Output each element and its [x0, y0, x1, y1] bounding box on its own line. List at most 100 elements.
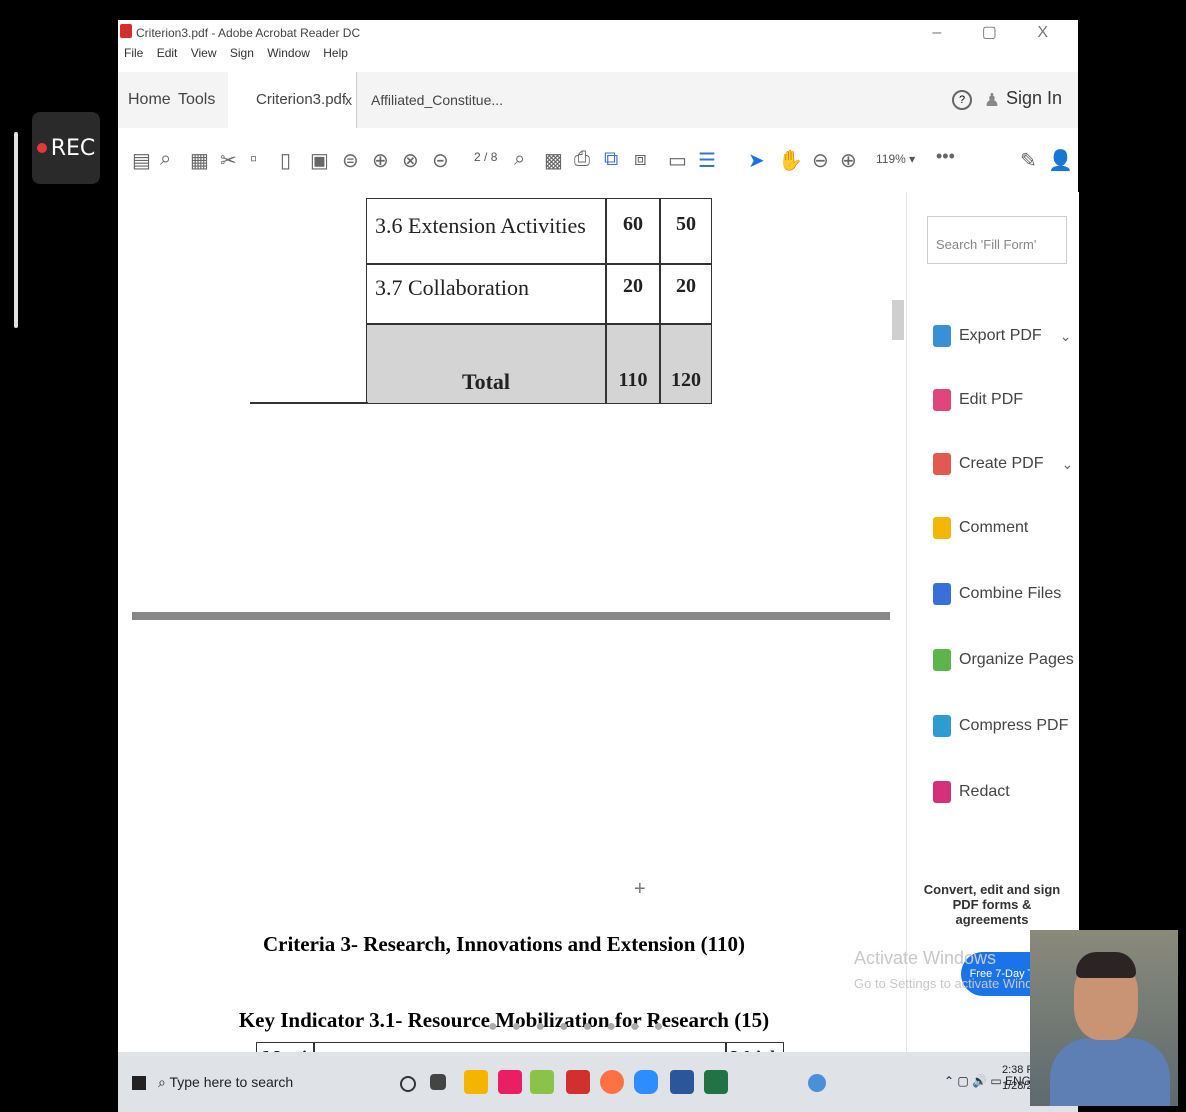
document-viewer[interactable]: 3.6 Extension Activities 60 50 3.7 Colla… — [118, 192, 890, 1052]
cut-icon[interactable]: ✂ — [220, 148, 237, 173]
app-icon[interactable] — [530, 1070, 554, 1094]
menu-edit[interactable]: Edit — [157, 46, 178, 60]
save-icon[interactable]: ▤ — [132, 148, 151, 173]
criteria-heading: Criteria 3- Research, Innovations and Ex… — [262, 932, 746, 956]
paste-icon[interactable]: ▯ — [280, 148, 291, 173]
tool-label: Export PDF — [959, 327, 1042, 344]
scrollbar-thumb[interactable] — [892, 300, 904, 340]
row-label-cell: 3.6 Extension Activities — [366, 198, 606, 264]
promo-text: Convert, edit and sign PDF forms & agree… — [923, 882, 1061, 927]
help-icon[interactable]: ? — [952, 90, 972, 110]
window-controls[interactable]: – ▢ X — [932, 22, 1066, 42]
menu-help[interactable]: Help — [323, 46, 348, 60]
webcam-overlay — [1030, 930, 1178, 1106]
page-dots-indicator[interactable]: ●●●●●●●● — [488, 1018, 677, 1036]
tab-home[interactable]: Home — [128, 72, 171, 128]
menu-window[interactable]: Window — [267, 46, 310, 60]
redact-icon — [933, 781, 951, 803]
select-cursor-icon[interactable]: ➤ — [748, 148, 765, 173]
cortana-icon[interactable] — [400, 1076, 416, 1092]
chevron-down-icon[interactable]: ⌄ — [1060, 328, 1072, 345]
page-number[interactable]: 2 — [474, 150, 481, 164]
zoom-level[interactable]: 119% ▾ — [876, 152, 915, 166]
fit-width-icon[interactable]: ⧈ — [634, 148, 647, 171]
total-label-cell: Total — [366, 324, 606, 404]
find-icon[interactable]: ⌕ — [514, 148, 525, 171]
task-view-icon[interactable] — [430, 1074, 446, 1090]
tab-affiliated[interactable]: Affiliated_Constitue... — [356, 72, 503, 128]
crosshair-cursor-icon: + — [634, 878, 646, 900]
tool-create-pdf[interactable]: Create PDF ⌄ — [933, 450, 1073, 478]
print-icon[interactable]: ⎙ — [574, 148, 590, 171]
tool-redact[interactable]: Redact — [933, 778, 1010, 806]
paint-icon[interactable] — [498, 1070, 522, 1094]
notification-bell-icon[interactable]: ♟ — [984, 90, 1000, 111]
row-value-cell: 50 — [660, 198, 712, 264]
hand-tool-icon[interactable]: ✋ — [778, 148, 803, 173]
acrobat-taskbar-icon[interactable] — [566, 1070, 590, 1094]
page-counter[interactable]: 2 / 8 — [474, 150, 497, 164]
vertical-scrollbar[interactable] — [890, 192, 906, 1052]
last-page-icon[interactable]: ⊝ — [432, 148, 449, 173]
create-pdf-icon — [933, 453, 951, 475]
tool-export-pdf[interactable]: Export PDF ⌄ — [933, 322, 1071, 350]
presenter-shirt — [1050, 1038, 1170, 1106]
fit-page-icon[interactable]: ⧉ — [604, 148, 618, 171]
sign-pen-icon[interactable]: ✎ — [1020, 148, 1037, 173]
tools-pane: Search 'Fill Form' Export PDF ⌄ Edit PDF … — [906, 192, 1079, 1052]
presenter-hair — [1076, 952, 1136, 978]
scroll-mode-icon[interactable]: ☰ — [698, 148, 716, 173]
search-text-icon[interactable]: ⌕ — [160, 148, 171, 171]
menu-file[interactable]: File — [124, 46, 143, 60]
file-icon[interactable]: ▦ — [190, 148, 209, 173]
chevron-down-icon[interactable]: ⌄ — [1061, 456, 1073, 473]
menu-view[interactable]: View — [191, 46, 217, 60]
firefox-icon[interactable] — [600, 1070, 624, 1094]
edit-pdf-icon — [933, 389, 951, 411]
tool-organize-pages[interactable]: Organize Pages — [933, 646, 1074, 674]
menu-sign[interactable]: Sign — [230, 46, 254, 60]
tool-label: Organize Pages — [959, 651, 1074, 668]
file-explorer-icon[interactable] — [464, 1070, 488, 1094]
next-page-icon[interactable]: ⊗ — [402, 148, 419, 173]
close-tab-icon[interactable]: x — [345, 72, 352, 128]
word-icon[interactable] — [670, 1070, 694, 1094]
zoom-out-icon[interactable]: ⊖ — [812, 148, 829, 173]
toolbar: ▤ ⌕ ▦ ✂ ▫ ▯ ▣ ⊜ ⊕ ⊗ ⊝ 2 / 8 ⌕ ▩ ⎙ ⧉ ⧈ ▭ … — [118, 128, 1078, 193]
windows-taskbar: ⌕ Type here to search ⌃ ▢ 🔊 ▭ ENG 2:38 P… — [118, 1052, 1078, 1112]
recording-badge: REC — [32, 112, 100, 184]
first-page-icon[interactable]: ⊜ — [342, 148, 359, 173]
copy-icon[interactable]: ▫ — [250, 148, 257, 171]
compress-pdf-icon — [933, 715, 951, 737]
previous-page-icon[interactable]: ⊕ — [372, 148, 389, 173]
taskbar-search-text[interactable]: Type here to search — [169, 1074, 293, 1090]
tab-criterion3-label: Criterion3.pdf — [256, 91, 347, 108]
tool-comment[interactable]: Comment — [933, 514, 1028, 542]
record-dot-icon — [36, 143, 47, 153]
tab-criterion3[interactable]: Criterion3.pdf x — [228, 72, 356, 128]
read-mode-icon[interactable]: ▭ — [668, 148, 687, 173]
page-thumbnail-icon[interactable]: ▣ — [310, 148, 329, 173]
zoom-in-icon[interactable]: ⊕ — [840, 148, 857, 173]
tool-combine-files[interactable]: Combine Files — [933, 580, 1061, 608]
tool-label: Combine Files — [959, 585, 1062, 602]
zoom-app-icon[interactable] — [634, 1070, 658, 1094]
more-options-icon[interactable]: ••• — [936, 146, 955, 167]
fill-form-search-input[interactable]: Search 'Fill Form' — [927, 216, 1067, 264]
zoom-value[interactable]: 119% — [876, 152, 906, 166]
excel-icon[interactable] — [704, 1070, 728, 1094]
tray-help-icon[interactable] — [808, 1074, 826, 1092]
tool-label: Redact — [959, 783, 1010, 800]
taskbar-search[interactable]: ⌕ Type here to search — [158, 1074, 293, 1091]
windows-start-icon[interactable] — [132, 1076, 146, 1090]
total-value-cell: 120 — [660, 324, 712, 404]
tool-compress-pdf[interactable]: Compress PDF — [933, 712, 1068, 740]
tool-edit-pdf[interactable]: Edit PDF — [933, 386, 1023, 414]
export-icon[interactable]: ▩ — [544, 148, 563, 173]
share-user-icon[interactable]: 👤 — [1048, 148, 1073, 173]
side-scroll-indicator[interactable] — [14, 132, 18, 328]
activate-windows-subtitle: Go to Settings to activate Windows. — [854, 976, 1060, 991]
sign-in-link[interactable]: Sign In — [1006, 88, 1062, 109]
activate-windows-title: Activate Windows — [854, 948, 997, 968]
tab-tools[interactable]: Tools — [178, 72, 215, 128]
